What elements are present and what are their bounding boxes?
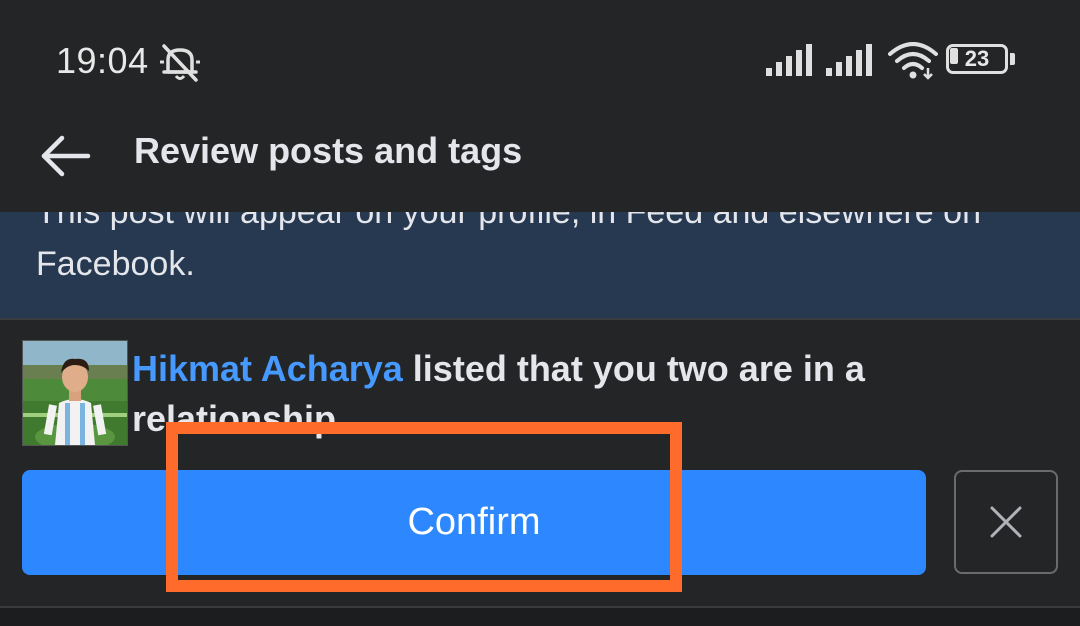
avatar-image (23, 341, 127, 445)
status-bar: 19:04 23 (0, 0, 1080, 110)
tagger-name-link[interactable]: Hikmat Acharya (132, 348, 403, 389)
back-arrow-icon[interactable] (40, 134, 92, 178)
app-header: Review posts and tags (0, 110, 1080, 210)
banner-text: This post will appear on your profile, i… (36, 212, 981, 283)
close-icon (990, 506, 1022, 538)
battery-icon: 23 (946, 44, 1018, 76)
bell-off-icon (160, 44, 200, 82)
divider (0, 318, 1080, 320)
signal-icon (766, 44, 812, 76)
confirm-button[interactable]: Confirm (22, 470, 926, 575)
screen: 19:04 23 Review posts and tags This post… (0, 0, 1080, 626)
battery-level: 23 (964, 46, 990, 71)
signal-icon (826, 44, 872, 76)
tag-message: Hikmat Acharya listed that you two are i… (132, 344, 1032, 444)
next-item-edge (0, 608, 1080, 626)
dismiss-button[interactable] (954, 470, 1058, 574)
status-time: 19:04 (56, 40, 149, 81)
avatar[interactable] (22, 340, 128, 446)
page-title: Review posts and tags (134, 130, 523, 171)
battery-nub (1010, 53, 1015, 65)
info-banner: This post will appear on your profile, i… (0, 212, 1080, 318)
wifi-icon (888, 42, 938, 80)
